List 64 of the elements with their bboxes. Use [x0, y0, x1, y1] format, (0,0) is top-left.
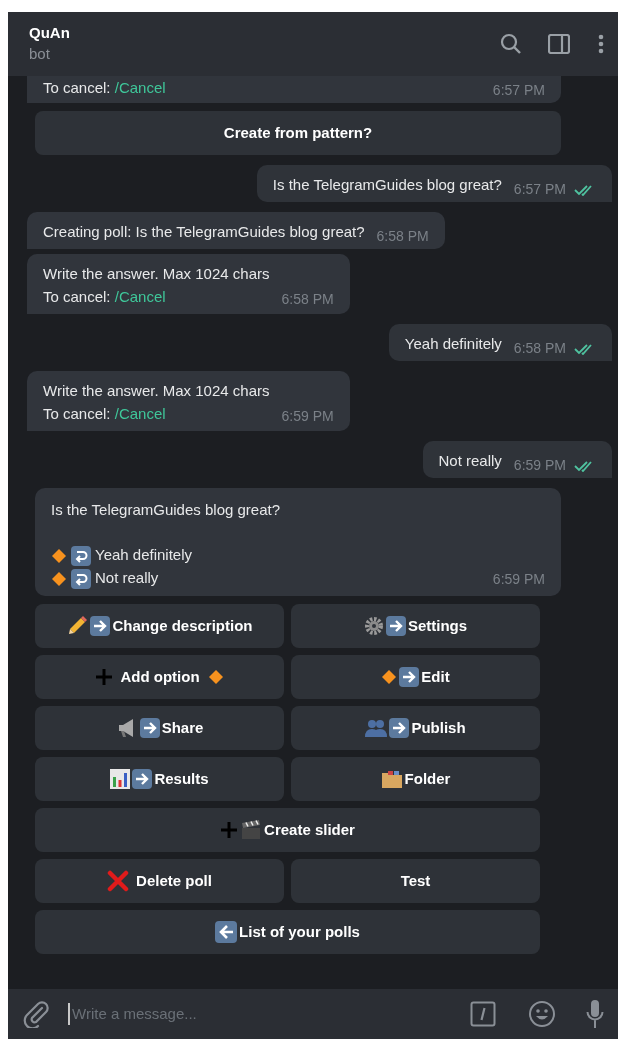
chat-status: bot: [29, 44, 51, 64]
plus-icon: [220, 821, 239, 839]
inline-keyboard-button[interactable]: Delete poll: [35, 859, 284, 903]
inline-keyboard-button[interactable]: Change description: [35, 604, 284, 648]
inline-keyboard-button[interactable]: Add option: [35, 655, 284, 699]
command-link[interactable]: /Cancel: [114, 288, 166, 305]
poll-option: Yeah definitely: [95, 544, 193, 567]
poll-option: Not really: [95, 567, 159, 590]
bar-chart-icon: [110, 769, 131, 789]
diamond-icon: [51, 570, 67, 587]
diamond-icon: [51, 547, 67, 564]
message-text: To cancel: /Cancel: [43, 78, 167, 98]
search-icon[interactable]: [500, 33, 522, 55]
command-link[interactable]: /Cancel: [114, 79, 166, 96]
message-text: Yeah definitely: [404, 334, 502, 354]
inline-keyboard-button[interactable]: Settings: [291, 604, 540, 648]
inline-keyboard-button[interactable]: Publish: [291, 706, 540, 750]
message-text: Write the answer. Max 1024 chars: [43, 264, 270, 284]
clapperboard-icon: [240, 819, 263, 841]
inline-keyboard-button[interactable]: Create slider: [35, 808, 540, 852]
inline-keyboard-button[interactable]: List of your polls: [35, 910, 540, 954]
message-text: To cancel: /Cancel: [43, 287, 167, 307]
message-text: To cancel: /Cancel: [43, 404, 167, 424]
message-time: 6:58 PM: [513, 339, 566, 358]
slash-command-icon[interactable]: [470, 1001, 496, 1027]
inline-keyboard-button[interactable]: Test: [291, 859, 540, 903]
paperclip-icon[interactable]: [22, 1000, 50, 1028]
cross-icon: [107, 870, 130, 892]
emoji-icon[interactable]: [528, 1000, 556, 1028]
pencil-icon: [66, 615, 89, 637]
message-text: Is the TelegramGuides blog great?: [272, 175, 502, 195]
right-arrow-icon: [139, 718, 160, 738]
people-icon: [365, 719, 388, 737]
message-time: 6:57 PM: [513, 180, 566, 199]
message-time: 6:59 PM: [281, 407, 334, 426]
plus-icon: [95, 668, 114, 686]
chat-title: QuAn: [29, 23, 71, 43]
message-time: 6:58 PM: [281, 290, 334, 309]
message-time: 6:57 PM: [492, 81, 545, 100]
diamond-icon: [381, 669, 398, 685]
right-arrow-icon: [90, 616, 111, 636]
message-text: Not really: [438, 451, 502, 471]
message-time: 6:59 PM: [513, 456, 566, 475]
command-link[interactable]: /Cancel: [114, 405, 166, 422]
right-arrow-icon: [399, 667, 420, 687]
microphone-icon[interactable]: [586, 999, 604, 1029]
message-text: Creating poll: Is the TelegramGuides blog great?: [43, 222, 365, 242]
folder-icon: [380, 769, 403, 789]
inline-keyboard-button[interactable]: Edit: [291, 655, 540, 699]
inline-keyboard-button[interactable]: Results: [35, 757, 284, 801]
message-time: 6:58 PM: [376, 227, 429, 246]
message-text: Write the answer. Max 1024 chars: [43, 381, 270, 401]
sidebar-toggle-icon[interactable]: [548, 34, 570, 54]
right-arrow-icon: [389, 718, 410, 738]
message-time: 6:59 PM: [492, 570, 545, 589]
more-menu-icon[interactable]: [598, 34, 604, 54]
inline-keyboard-button[interactable]: Create from pattern?: [35, 111, 561, 155]
gear-icon: [363, 616, 384, 636]
inline-keyboard-button[interactable]: Folder: [291, 757, 540, 801]
right-arrow-icon: [385, 616, 406, 636]
diamond-icon: [207, 669, 224, 685]
inline-keyboard-button[interactable]: Share: [35, 706, 284, 750]
poll-question: Is the TelegramGuides blog great?: [51, 500, 282, 520]
right-arrow-icon: [132, 769, 153, 789]
